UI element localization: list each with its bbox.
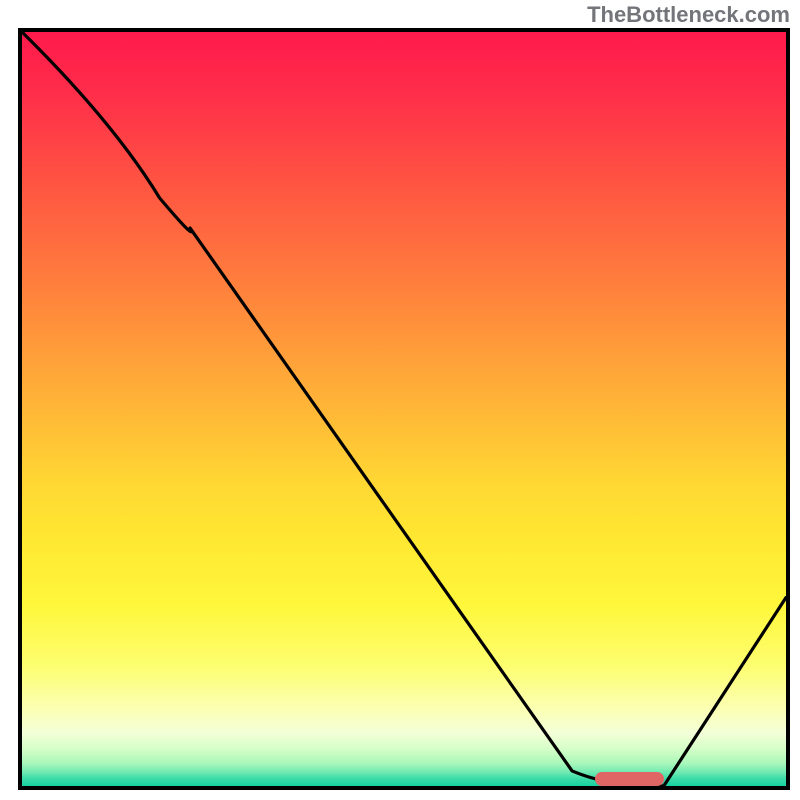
bottleneck-curve bbox=[22, 32, 786, 786]
chart-container: TheBottleneck.com bbox=[0, 0, 800, 800]
optimal-range-marker bbox=[595, 772, 664, 786]
plot-area bbox=[18, 28, 790, 790]
attribution-label: TheBottleneck.com bbox=[587, 2, 790, 28]
